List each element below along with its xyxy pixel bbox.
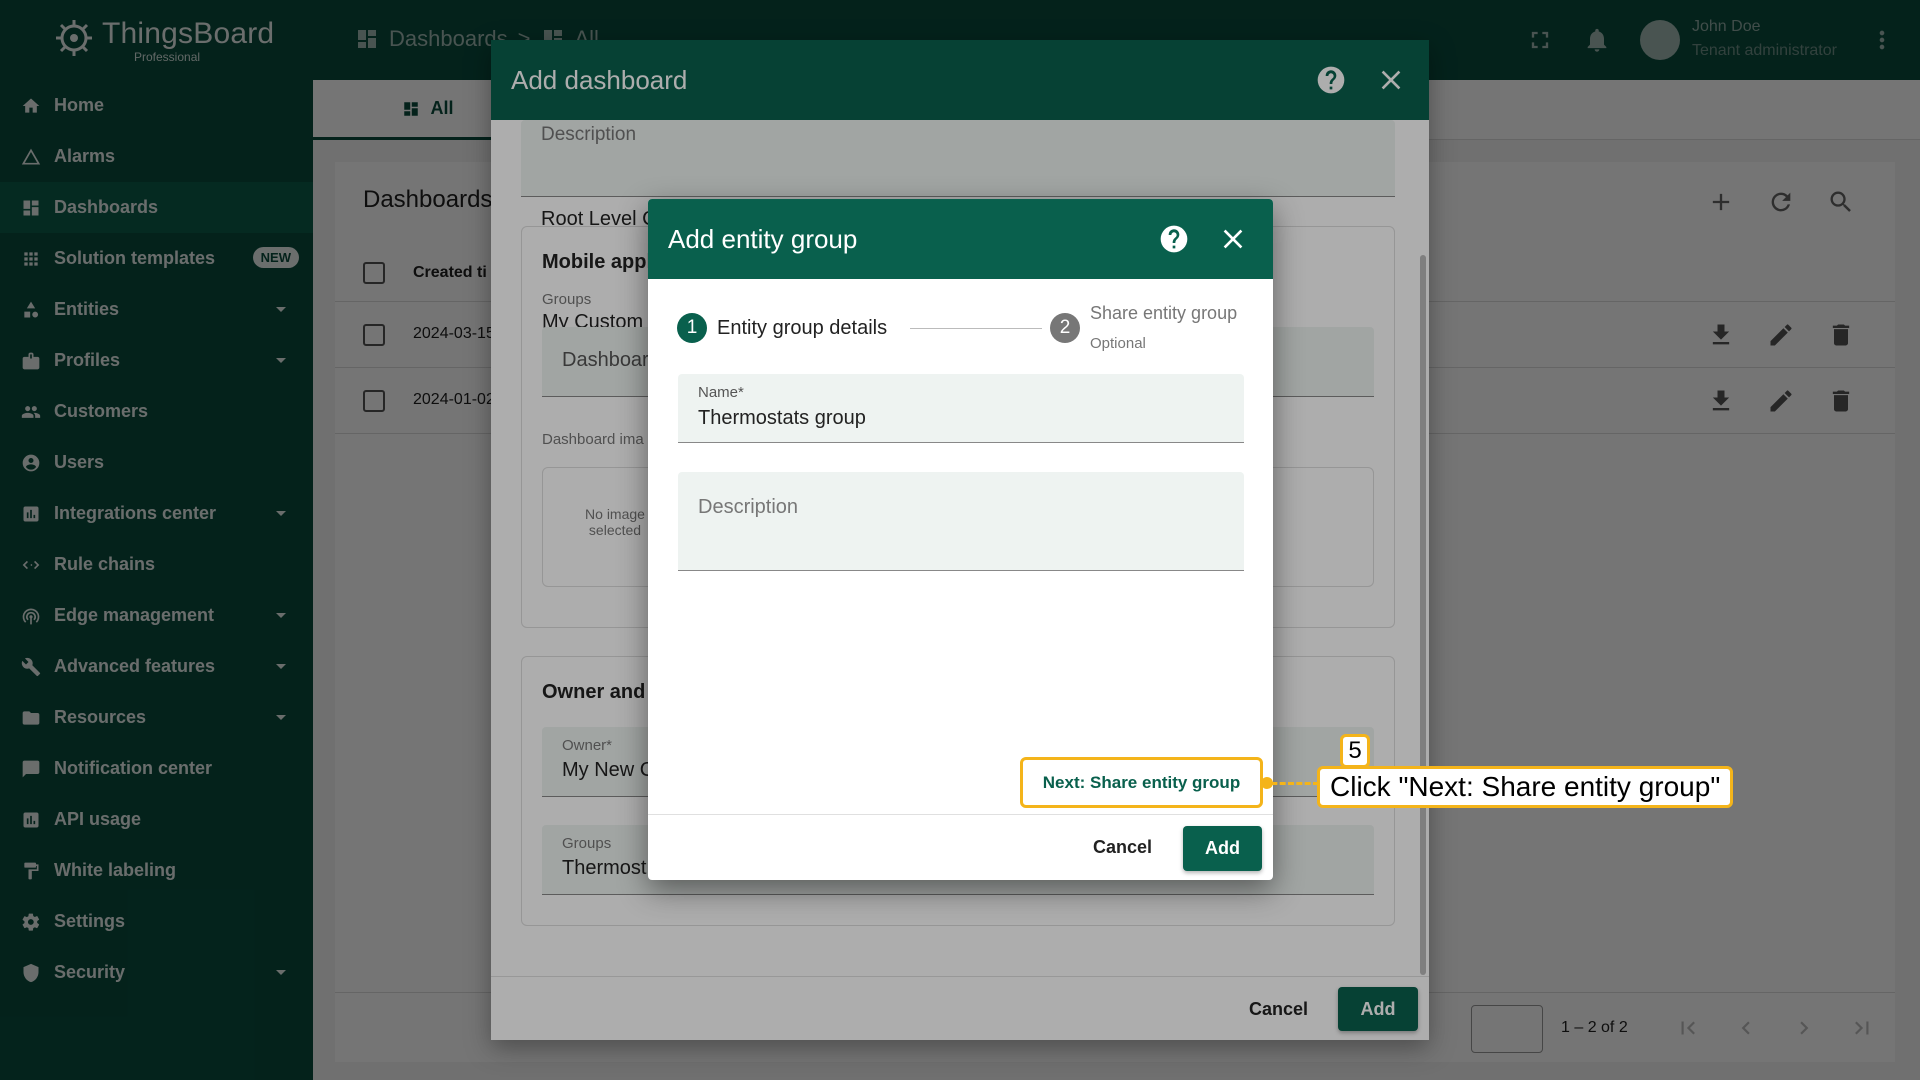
step-2-label[interactable]: Share entity group: [1090, 303, 1237, 324]
footer-divider: [648, 814, 1273, 815]
name-label: Name*: [698, 384, 744, 401]
next-share-entity-group-button[interactable]: Next: Share entity group: [1020, 757, 1263, 808]
description-label: Description: [698, 496, 799, 518]
step-2-optional: Optional: [1090, 335, 1146, 352]
callout-step-number: 5: [1340, 734, 1370, 768]
dialog-header: Add entity group: [648, 199, 1273, 279]
description-field[interactable]: Description: [678, 472, 1244, 571]
name-field[interactable]: Name* Thermostats group: [678, 374, 1244, 443]
cancel-button[interactable]: Cancel: [1093, 837, 1152, 858]
callout-dot: [1261, 777, 1273, 789]
stepper-divider: [910, 328, 1042, 329]
step-1-number: 1: [677, 313, 707, 343]
dialog-title: Add entity group: [668, 223, 858, 254]
help-icon[interactable]: [1158, 223, 1190, 255]
name-input[interactable]: Thermostats group: [698, 407, 866, 430]
close-icon[interactable]: [1217, 223, 1249, 255]
callout-instruction: Click "Next: Share entity group": [1317, 766, 1734, 808]
add-button[interactable]: Add: [1183, 826, 1262, 871]
step-1-label[interactable]: Entity group details: [717, 317, 887, 340]
step-2-number: 2: [1050, 313, 1080, 343]
